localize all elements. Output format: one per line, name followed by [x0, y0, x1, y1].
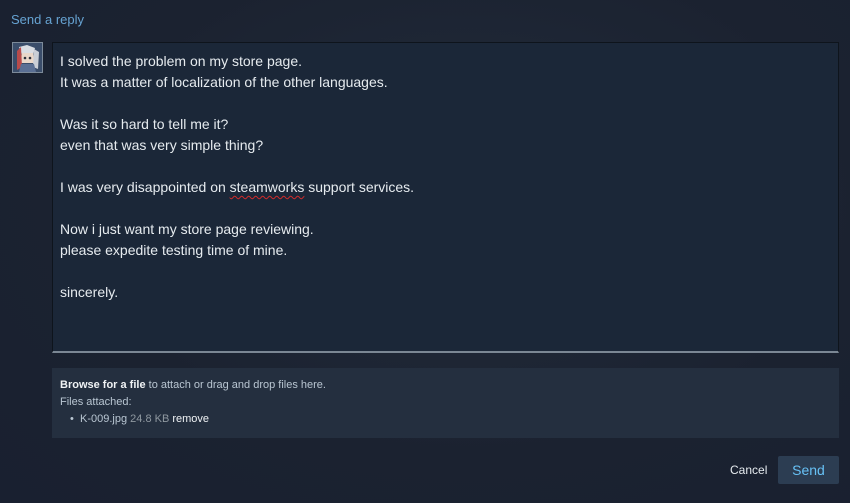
reply-title: Send a reply	[11, 12, 84, 27]
message-line: It was a matter of localization of the o…	[60, 74, 388, 90]
attached-files-list: K-009.jpg 24.8 KB remove	[60, 411, 831, 428]
message-paragraph: I was very disappointed on steamworks su…	[60, 177, 831, 198]
message-text: support services.	[304, 179, 415, 195]
message-line: I solved the problem on my store page.	[60, 53, 303, 69]
message-paragraph: I solved the problem on my store page. I…	[60, 51, 831, 93]
attachment-instructions: Browse for a file to attach or drag and …	[60, 377, 831, 394]
message-line: Now i just want my store page reviewing.	[60, 221, 314, 237]
message-line: sincerely.	[60, 284, 119, 300]
reply-textarea[interactable]: I solved the problem on my store page. I…	[52, 42, 839, 353]
message-line: Was it so hard to tell me it?	[60, 116, 229, 132]
message-line: please expedite testing time of mine.	[60, 242, 288, 258]
avatar	[12, 42, 43, 73]
send-button[interactable]: Send	[778, 456, 839, 484]
remove-file-link[interactable]: remove	[172, 413, 209, 425]
avatar-image	[13, 43, 42, 72]
attachment-dropzone[interactable]: Browse for a file to attach or drag and …	[52, 368, 839, 438]
browse-file-link[interactable]: Browse for a file	[60, 379, 146, 391]
message-paragraph: sincerely.	[60, 282, 831, 303]
attached-file-size: 24.8 KB	[130, 413, 170, 425]
cancel-button[interactable]: Cancel	[730, 463, 767, 477]
attached-file-item: K-009.jpg 24.8 KB remove	[72, 411, 831, 428]
misspelled-word[interactable]: steamworks	[230, 179, 305, 195]
attached-file-name: K-009.jpg	[80, 413, 128, 425]
attachment-instruction-text: to attach or drag and drop files here.	[145, 379, 326, 391]
message-text: I was very disappointed on	[60, 179, 230, 195]
message-paragraph: Now i just want my store page reviewing.…	[60, 219, 831, 261]
message-paragraph: Was it so hard to tell me it? even that …	[60, 114, 831, 156]
files-attached-label: Files attached:	[60, 396, 132, 408]
message-line: even that was very simple thing?	[60, 137, 264, 153]
